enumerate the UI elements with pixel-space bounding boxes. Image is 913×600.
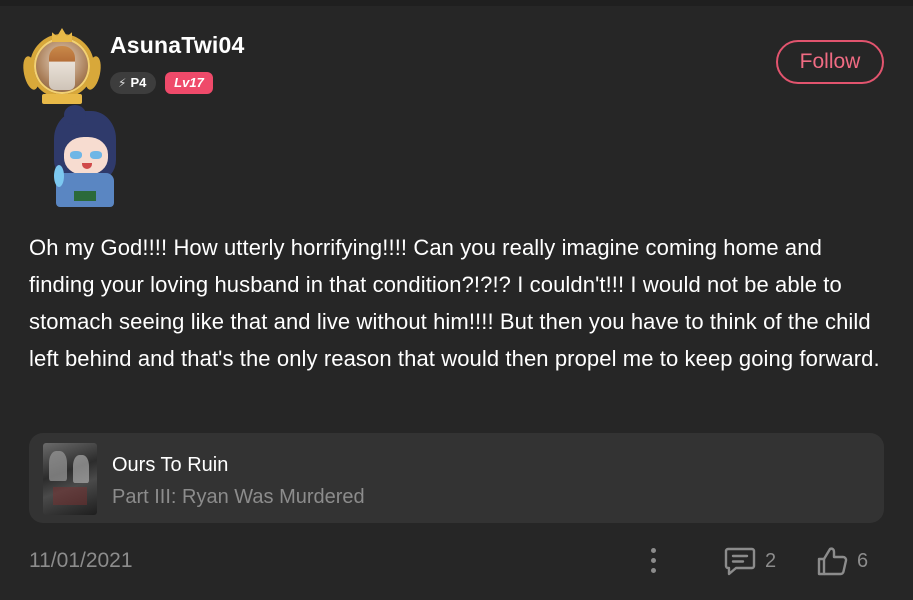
story-title: Ours To Ruin bbox=[112, 454, 229, 476]
comment-text: Oh my God!!!! How utterly horrifying!!!!… bbox=[29, 235, 880, 371]
sticker-body bbox=[56, 173, 114, 207]
avatar-image bbox=[49, 46, 75, 90]
bolt-icon: ⚡ bbox=[118, 76, 127, 90]
sticker-eye-right bbox=[90, 151, 102, 159]
reply-count: 2 bbox=[765, 550, 777, 572]
level-badge: Lv17 bbox=[165, 72, 213, 94]
sticker-belt bbox=[74, 191, 96, 201]
thumbs-up-icon[interactable] bbox=[816, 545, 848, 577]
like-count: 6 bbox=[857, 550, 869, 572]
crying-girl-sticker bbox=[46, 105, 124, 213]
comment-icon[interactable] bbox=[724, 546, 756, 576]
crown-icon bbox=[52, 28, 72, 42]
follow-button[interactable]: Follow bbox=[776, 40, 884, 84]
avatar[interactable] bbox=[20, 28, 104, 104]
sticker-hair-bun bbox=[64, 105, 86, 125]
avatar-frame-ribbon bbox=[42, 94, 82, 104]
sticker-tear bbox=[54, 165, 64, 187]
top-divider bbox=[0, 0, 913, 6]
book-cover-image bbox=[43, 443, 97, 515]
power-badge-label: P4 bbox=[130, 75, 147, 90]
story-part-title: Part III: Ryan Was Murdered bbox=[112, 486, 365, 508]
sticker-eye-left bbox=[70, 151, 82, 159]
more-vertical-icon[interactable] bbox=[644, 545, 662, 577]
username[interactable]: AsunaTwi04 bbox=[110, 32, 245, 59]
power-badge: ⚡ P4 bbox=[110, 72, 157, 94]
story-reference-card[interactable]: Ours To Ruin Part III: Ryan Was Murdered bbox=[29, 433, 884, 523]
comment-date: 11/01/2021 bbox=[29, 549, 133, 572]
